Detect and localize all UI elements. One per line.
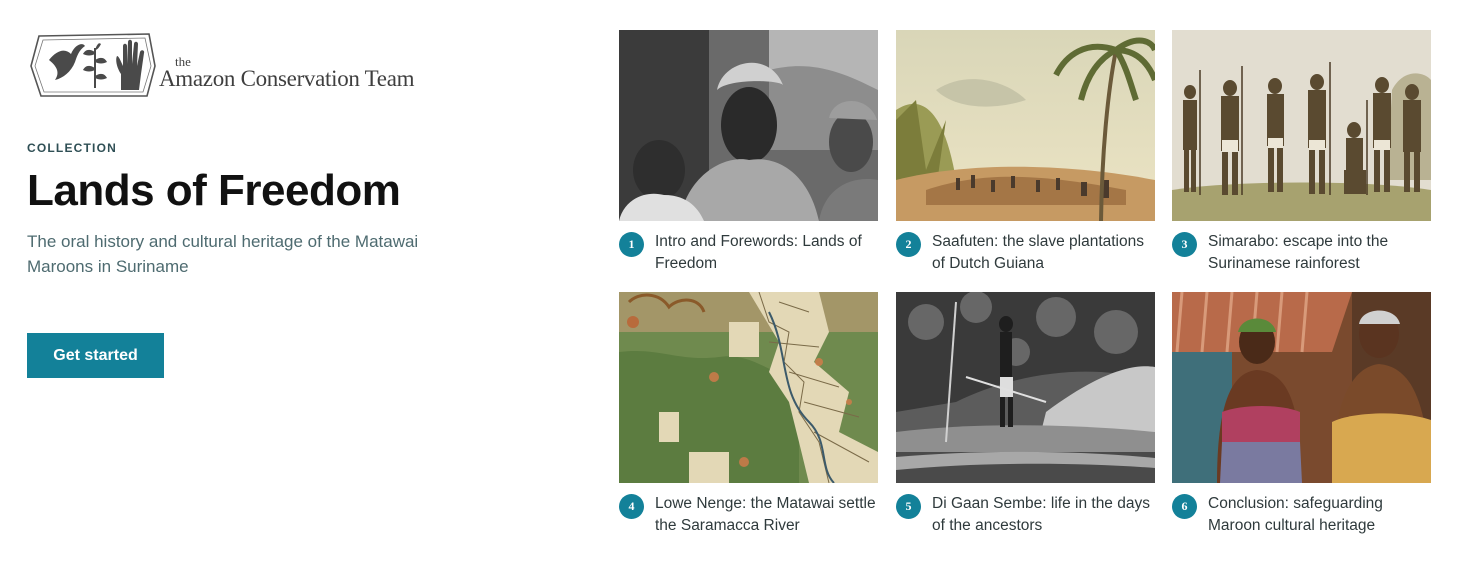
- page-subtitle: The oral history and cultural heritage o…: [27, 232, 419, 276]
- chapter-title[interactable]: Conclusion: safeguarding Maroon cultural…: [1208, 493, 1431, 537]
- chapter-number-badge: 6: [1172, 494, 1197, 519]
- chapter-caption-3[interactable]: 3 Simarabo: escape into the Surinamese r…: [1172, 231, 1431, 275]
- chapter-card-5[interactable]: 5 Di Gaan Sembe: life in the days of the…: [896, 292, 1155, 537]
- chapter-title[interactable]: Intro and Forewords: Lands of Freedom: [655, 231, 878, 275]
- chapter-card-2[interactable]: 2 Saafuten: the slave plantations of Dut…: [896, 30, 1155, 275]
- logo-emblem-icon: [30, 33, 156, 97]
- chapter-title[interactable]: Di Gaan Sembe: life in the days of the a…: [932, 493, 1155, 537]
- chapter-title[interactable]: Simarabo: escape into the Surinamese rai…: [1208, 231, 1431, 275]
- chapter-caption-2[interactable]: 2 Saafuten: the slave plantations of Dut…: [896, 231, 1155, 275]
- chapter-card-4[interactable]: 4 Lowe Nenge: the Matawai settle the Sar…: [619, 292, 878, 537]
- chapter-card-1[interactable]: 1 Intro and Forewords: Lands of Freedom: [619, 30, 878, 275]
- chapter-caption-4[interactable]: 4 Lowe Nenge: the Matawai settle the Sar…: [619, 493, 878, 537]
- get-started-button[interactable]: Get started: [27, 333, 164, 378]
- maroon-warriors-illustration-image: [1172, 30, 1431, 221]
- page-title: Lands of Freedom: [27, 166, 401, 215]
- chapter-number-badge: 1: [619, 232, 644, 257]
- chapter-caption-1[interactable]: 1 Intro and Forewords: Lands of Freedom: [619, 231, 878, 275]
- logo-wordmark: the Amazon Conservation Team: [159, 54, 415, 92]
- logo-the: the: [175, 54, 191, 69]
- chapter-caption-5[interactable]: 5 Di Gaan Sembe: life in the days of the…: [896, 493, 1155, 537]
- chapter-number-badge: 5: [896, 494, 921, 519]
- chapter-number-badge: 2: [896, 232, 921, 257]
- chapter-title[interactable]: Saafuten: the slave plantations of Dutch…: [932, 231, 1155, 275]
- plantation-painting-image: [896, 30, 1155, 221]
- logo-name: Amazon Conservation Team: [159, 66, 415, 91]
- historic-map-image: [619, 292, 878, 483]
- chapter-card-6[interactable]: 6 Conclusion: safeguarding Maroon cultur…: [1172, 292, 1431, 537]
- canoe-photo-image: [896, 292, 1155, 483]
- elders-photo-image: [1172, 292, 1431, 483]
- collection-intro: the Amazon Conservation Team COLLECTION …: [27, 0, 587, 562]
- chapter-title[interactable]: Lowe Nenge: the Matawai settle the Saram…: [655, 493, 878, 537]
- chapter-number-badge: 3: [1172, 232, 1197, 257]
- portrait-photo-image: [619, 30, 878, 221]
- chapter-number-badge: 4: [619, 494, 644, 519]
- collection-eyebrow: COLLECTION: [27, 141, 117, 155]
- brand-logo[interactable]: the Amazon Conservation Team: [29, 30, 415, 100]
- chapter-caption-6[interactable]: 6 Conclusion: safeguarding Maroon cultur…: [1172, 493, 1431, 537]
- chapter-card-3[interactable]: 3 Simarabo: escape into the Surinamese r…: [1172, 30, 1431, 275]
